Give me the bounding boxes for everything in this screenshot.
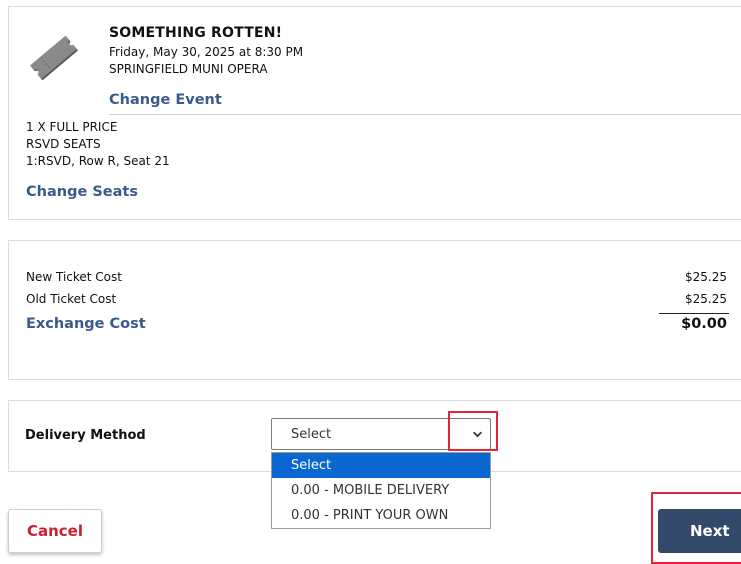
delivery-method-label: Delivery Method: [25, 428, 146, 443]
seat-location: 1:RSVD, Row R, Seat 21: [26, 154, 170, 168]
new-ticket-cost-label: New Ticket Cost: [26, 270, 122, 284]
new-ticket-cost-value: $25.25: [685, 270, 727, 284]
option-select[interactable]: Select: [272, 453, 490, 478]
change-seats-link[interactable]: Change Seats: [26, 184, 138, 200]
cost-summary-card: New Ticket Cost $25.25 Old Ticket Cost $…: [8, 240, 741, 380]
old-ticket-cost-label: Old Ticket Cost: [26, 292, 117, 306]
chevron-highlight-box: [448, 411, 498, 451]
event-summary-card: SOMETHING ROTTEN! Friday, May 30, 2025 a…: [8, 6, 741, 220]
seat-section-type: RSVD SEATS: [26, 137, 101, 151]
next-button[interactable]: Next: [658, 509, 741, 553]
event-venue: SPRINGFIELD MUNI OPERA: [109, 62, 268, 76]
cancel-button[interactable]: Cancel: [8, 509, 102, 553]
select-current-value: Select: [291, 427, 332, 442]
exchange-cost-value: $0.00: [681, 316, 727, 332]
delivery-method-options: Select 0.00 - MOBILE DELIVERY 0.00 - PRI…: [271, 452, 491, 529]
event-title: SOMETHING ROTTEN!: [109, 25, 283, 41]
old-ticket-cost-value: $25.25: [685, 292, 727, 306]
event-datetime: Friday, May 30, 2025 at 8:30 PM: [109, 45, 304, 59]
divider: [109, 114, 741, 115]
option-mobile-delivery[interactable]: 0.00 - MOBILE DELIVERY: [272, 478, 490, 503]
change-event-link[interactable]: Change Event: [109, 92, 222, 108]
option-print-your-own[interactable]: 0.00 - PRINT YOUR OWN: [272, 503, 490, 528]
exchange-cost-label: Exchange Cost: [26, 316, 146, 332]
ticket-icon: [30, 35, 78, 81]
ticket-price-type: 1 X FULL PRICE: [26, 120, 118, 134]
cost-divider: [659, 313, 729, 314]
